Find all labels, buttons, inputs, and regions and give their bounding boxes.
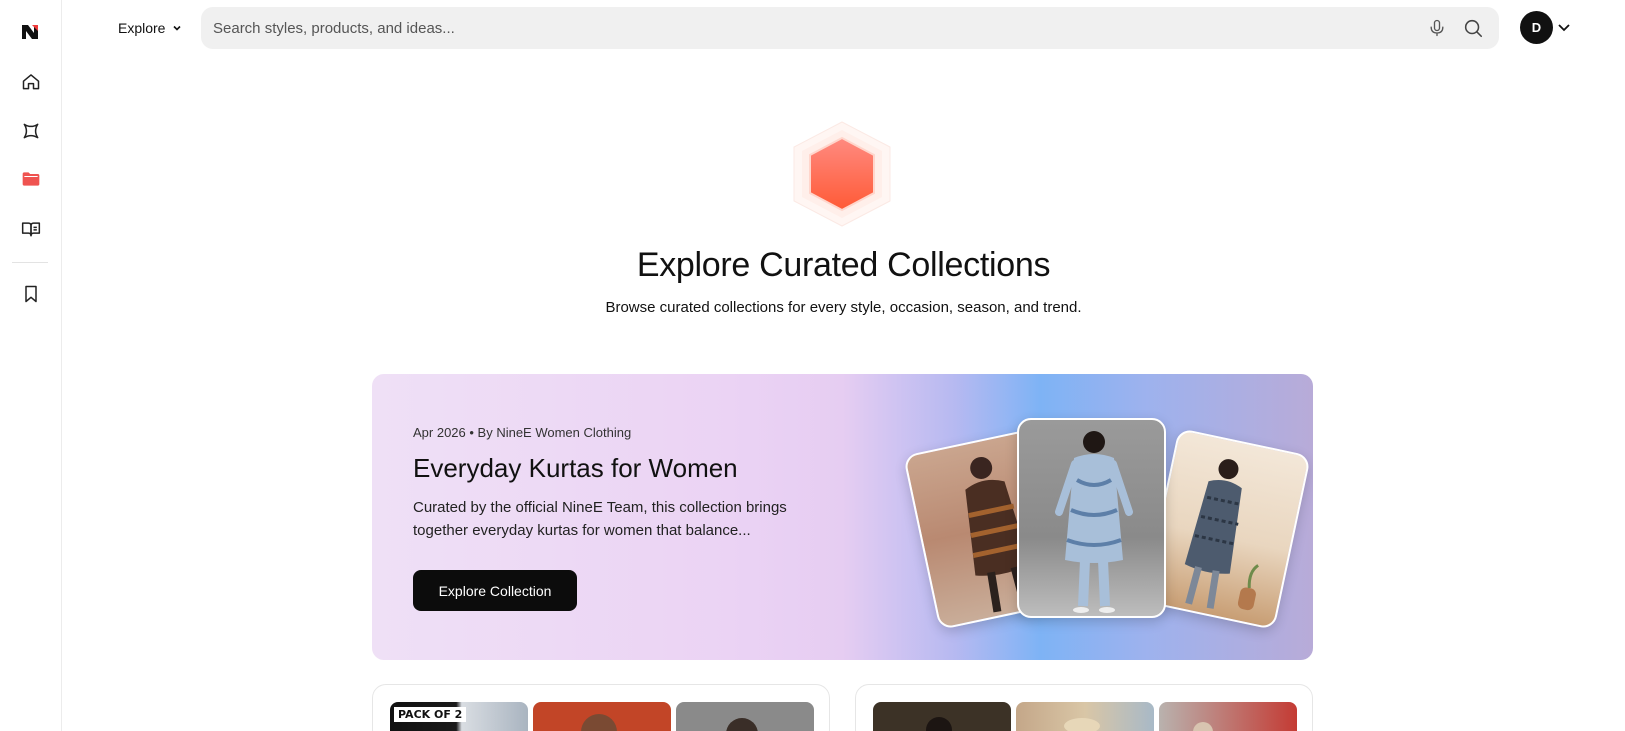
model-image (1193, 722, 1213, 731)
chevron-down-icon (173, 25, 182, 31)
collection-card[interactable] (855, 684, 1313, 731)
account-chevron-down-icon[interactable] (1557, 20, 1571, 34)
explore-collection-button[interactable]: Explore Collection (413, 570, 577, 611)
collections-hexagon-icon (793, 121, 891, 227)
sidebar-item-explore[interactable] (16, 116, 46, 146)
model-image (926, 717, 952, 731)
page-title: Explore Curated Collections (636, 246, 1051, 284)
collection-thumbnail[interactable] (873, 702, 1011, 731)
collection-thumbnail[interactable]: PACK OF 2 (390, 702, 528, 731)
collection-meta: Apr 2026 • By NineE Women Clothing (413, 425, 632, 440)
model-image (581, 714, 617, 731)
collection-thumbnail[interactable] (1159, 702, 1297, 731)
collection-photo-right[interactable] (1141, 427, 1312, 631)
collection-thumbnail[interactable] (676, 702, 814, 731)
pack-badge: PACK OF 2 (394, 707, 467, 722)
search-input[interactable] (213, 7, 1363, 49)
folder-icon (22, 172, 40, 186)
microphone-icon[interactable] (1427, 18, 1447, 38)
model-image (726, 718, 758, 731)
home-icon (22, 74, 40, 90)
collection-photo-center[interactable] (1017, 418, 1166, 618)
model-image (1064, 718, 1100, 731)
sidebar-item-collections[interactable] (16, 164, 46, 194)
collection-title: Everyday Kurtas for Women (413, 453, 738, 483)
avatar[interactable]: D (1520, 11, 1553, 44)
sidebar-item-saved[interactable] (16, 279, 46, 309)
collection-thumbnail[interactable] (1016, 702, 1154, 731)
page-subtitle: Browse curated collections for every sty… (605, 299, 1082, 316)
sidebar-item-home[interactable] (16, 67, 46, 97)
kurta-model-image (1184, 459, 1260, 611)
sidebar (0, 0, 62, 731)
brand-logo[interactable] (20, 22, 40, 42)
collection-description: Curated by the official NineE Team, this… (413, 499, 787, 539)
search-bar (201, 7, 1499, 49)
sparkle-icon (23, 123, 39, 139)
sidebar-divider (12, 262, 48, 263)
kurta-model-image (1055, 431, 1133, 613)
explore-dropdown[interactable]: Explore (118, 16, 183, 40)
search-icon[interactable] (1462, 17, 1484, 39)
collection-card[interactable]: PACK OF 2 (372, 684, 830, 731)
sidebar-item-guides[interactable] (16, 214, 46, 244)
featured-collection-card[interactable]: Apr 2026 • By NineE Women Clothing Every… (372, 374, 1313, 660)
explore-label: Explore (118, 20, 166, 36)
book-icon (21, 222, 41, 237)
bookmark-icon (25, 285, 37, 303)
collection-thumbnail[interactable] (533, 702, 671, 731)
